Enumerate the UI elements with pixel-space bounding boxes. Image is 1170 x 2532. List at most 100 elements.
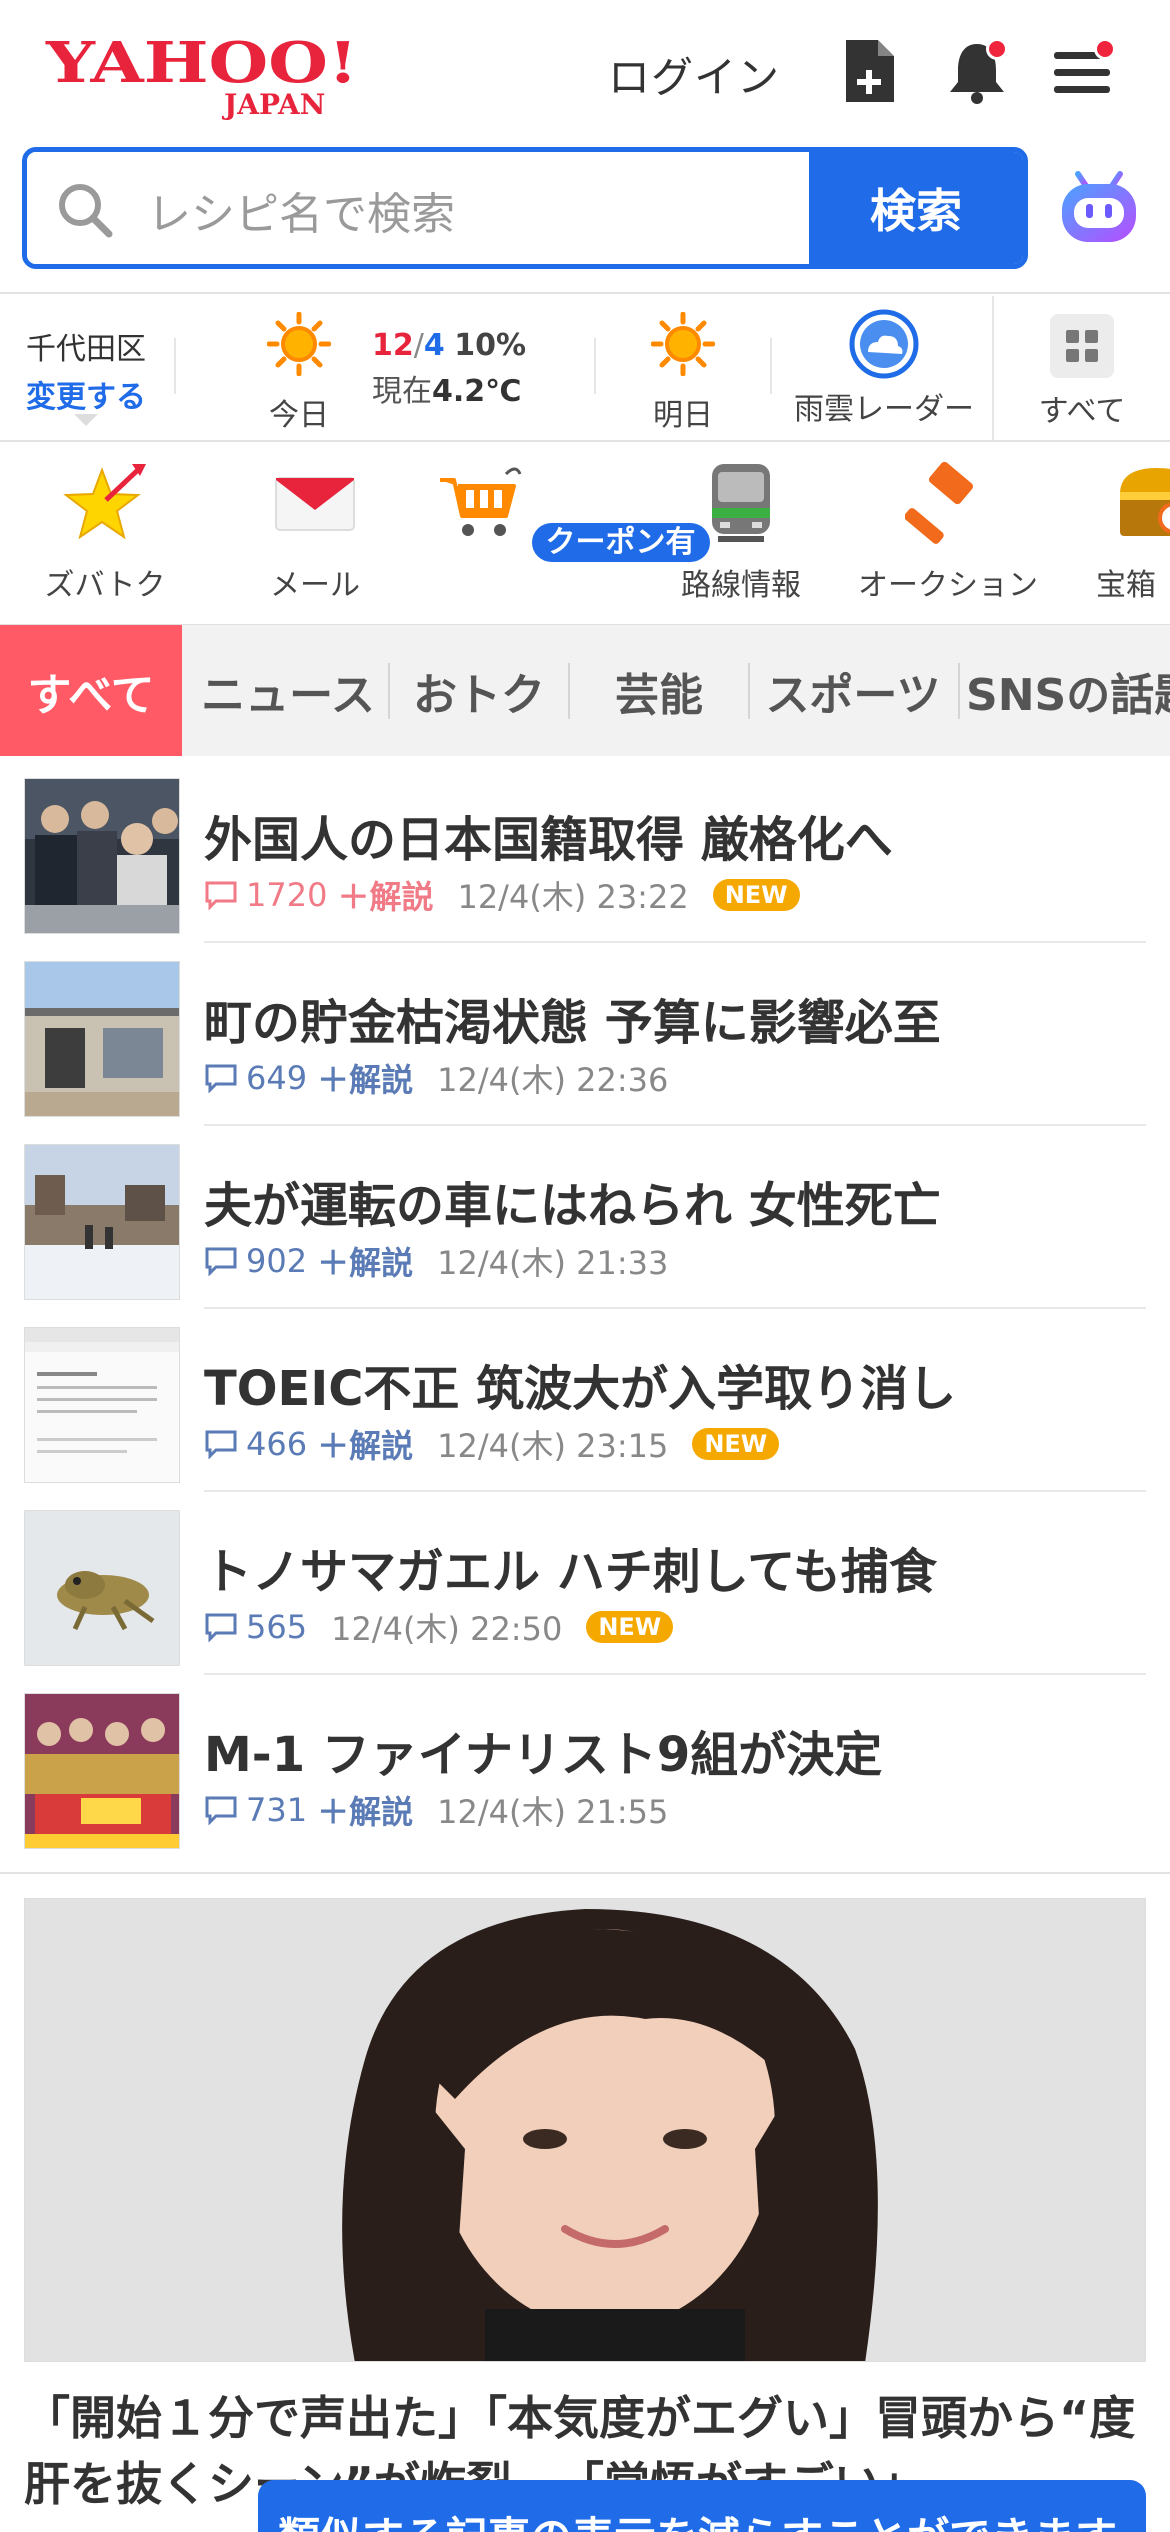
now-temp-value: 4.2℃ [432, 374, 522, 409]
low-temp: 4 [423, 328, 445, 363]
high-temp: 12 [372, 328, 414, 363]
logo-main-text: YAHOO! [45, 30, 358, 96]
all-label: すべて [1038, 394, 1126, 429]
comment-icon [205, 1613, 237, 1642]
search-button[interactable]: 検索 [809, 152, 1023, 264]
news-title[interactable]: トノサマガエル ハチ刺しても捕食 [204, 1532, 937, 1602]
news-date: 12/4(木) 23:15 [437, 1427, 669, 1465]
comment-icon [205, 1247, 237, 1276]
temperature: 12/4 10% [372, 328, 526, 363]
tomorrow-label: 明日 [653, 398, 713, 433]
comment-icon [205, 1430, 237, 1459]
divider [0, 292, 1170, 294]
service-auction[interactable]: オークション [858, 460, 1038, 602]
news-item[interactable]: 外国人の日本国籍取得 厳格化へ 1720 ＋解説 12/4(木) 23:22 N… [0, 760, 1170, 943]
rain-chance: 10% [454, 328, 527, 363]
service-label: ズバトク [44, 568, 166, 602]
comment-count: 902 [246, 1242, 308, 1280]
divider [0, 1872, 1170, 1874]
hammer-icon [904, 461, 974, 544]
comment-icon [205, 1796, 237, 1825]
news-date: 12/4(木) 21:33 [437, 1244, 669, 1282]
comment-count: 466 [246, 1425, 308, 1463]
tab-deals[interactable]: おトク [390, 625, 568, 756]
star-icon [63, 464, 146, 540]
news-date: 12/4(木) 22:50 [331, 1610, 563, 1648]
explanation-label: ＋解説 [317, 1793, 414, 1831]
location-pointer [74, 414, 98, 426]
service-coupon[interactable]: クーポン有 [436, 460, 710, 562]
search-input[interactable]: レシピ名で検索 [27, 152, 809, 264]
feedback-toast[interactable]: 類似する記事の表示を減らすことができます [258, 2480, 1146, 2532]
cart-icon [440, 467, 522, 536]
weather-widget: 千代田区 変更する 今日 12/4 10% 現在4.2℃ 明日 雨雲レーダー す… [0, 296, 1170, 440]
tab-all[interactable]: すべて [0, 625, 182, 756]
feature-image[interactable] [24, 1898, 1146, 2362]
service-zubatoku[interactable]: ズバトク [40, 460, 170, 602]
search-placeholder: レシピ名で検索 [147, 189, 455, 240]
bell-icon[interactable] [942, 36, 1008, 108]
divider [770, 338, 772, 394]
explanation-label: ＋解説 [317, 1244, 414, 1282]
train-icon [712, 464, 770, 542]
new-badge: NEW [586, 1611, 674, 1643]
news-item[interactable]: TOEIC不正 筑波大が入学取り消し 466 ＋解説 12/4(木) 23:15… [0, 1309, 1170, 1492]
news-meta: 466 ＋解説 12/4(木) 23:15 NEW [204, 1421, 780, 1467]
mail-icon [275, 477, 355, 531]
divider [594, 338, 596, 394]
news-thumbnail [24, 961, 180, 1117]
yahoo-japan-logo[interactable]: YAHOO! JAPAN [44, 30, 364, 120]
weather-today[interactable]: 今日 [266, 311, 332, 434]
divider [174, 338, 176, 394]
service-train[interactable]: 路線情報 [676, 460, 806, 602]
news-thumbnail [24, 778, 180, 934]
search-icon [59, 184, 113, 238]
tab-sns[interactable]: SNSの話題 [966, 625, 1170, 756]
news-title[interactable]: 夫が運転の車にはねられ 女性死亡 [204, 1166, 941, 1236]
location-city: 千代田区 [26, 332, 146, 367]
weather-tomorrow[interactable]: 明日 [650, 311, 716, 434]
news-title[interactable]: 町の貯金枯渇状態 予算に影響必至 [204, 983, 941, 1053]
login-link[interactable]: ログイン [608, 44, 780, 105]
news-title[interactable]: 外国人の日本国籍取得 厳格化へ [204, 800, 893, 870]
change-location-link[interactable]: 変更する [26, 372, 146, 416]
service-treasure[interactable]: 宝箱 [1096, 460, 1170, 602]
service-label: オークション [858, 568, 1038, 602]
search-bar: レシピ名で検索 検索 [22, 147, 1028, 269]
location[interactable]: 千代田区 変更する [26, 324, 146, 416]
news-thumbnail [24, 1327, 180, 1483]
menu-icon[interactable] [1050, 36, 1116, 108]
explanation-label: ＋解説 [337, 878, 434, 916]
now-prefix: 現在 [372, 374, 432, 409]
news-meta: 649 ＋解説 12/4(木) 22:36 [204, 1055, 668, 1101]
news-date: 12/4(木) 23:22 [457, 878, 689, 916]
news-meta: 565 12/4(木) 22:50 NEW [204, 1604, 674, 1650]
comment-icon [205, 881, 237, 910]
category-tabs: すべて ニュース おトク 芸能 スポーツ SNSの話題 [0, 624, 1170, 756]
news-meta: 1720 ＋解説 12/4(木) 23:22 NEW [204, 872, 800, 918]
news-thumbnail [24, 1693, 180, 1849]
rain-radar[interactable]: 雨雲レーダー [790, 308, 978, 428]
news-item[interactable]: 夫が運転の車にはねられ 女性死亡 902 ＋解説 12/4(木) 21:33 [0, 1126, 1170, 1309]
news-item[interactable]: トノサマガエル ハチ刺しても捕食 565 12/4(木) 22:50 NEW [0, 1492, 1170, 1675]
service-mail[interactable]: メール [250, 460, 380, 602]
service-label: 宝箱 [1096, 568, 1156, 602]
radar-icon [849, 309, 919, 379]
current-temp: 現在4.2℃ [372, 366, 521, 410]
new-badge: NEW [712, 879, 800, 911]
document-add-icon[interactable] [840, 36, 904, 108]
treasure-icon [1120, 468, 1170, 536]
tab-news[interactable]: ニュース [190, 625, 386, 756]
logo-sub-text: JAPAN [221, 88, 325, 120]
news-item[interactable]: M-1 ファイナリスト9組が決定 731 ＋解説 12/4(木) 21:55 [0, 1675, 1170, 1858]
weather-all[interactable]: すべて [1024, 314, 1140, 430]
tab-entertainment[interactable]: 芸能 [570, 625, 748, 756]
ai-assistant-icon[interactable] [1056, 164, 1142, 250]
new-badge: NEW [692, 1428, 780, 1460]
today-label: 今日 [269, 398, 329, 433]
news-item[interactable]: 町の貯金枯渇状態 予算に影響必至 649 ＋解説 12/4(木) 22:36 [0, 943, 1170, 1126]
tab-sports[interactable]: スポーツ [750, 625, 956, 756]
news-title[interactable]: M-1 ファイナリスト9組が決定 [204, 1715, 882, 1785]
comment-count: 731 [246, 1791, 308, 1829]
news-title[interactable]: TOEIC不正 筑波大が入学取り消し [204, 1349, 956, 1419]
